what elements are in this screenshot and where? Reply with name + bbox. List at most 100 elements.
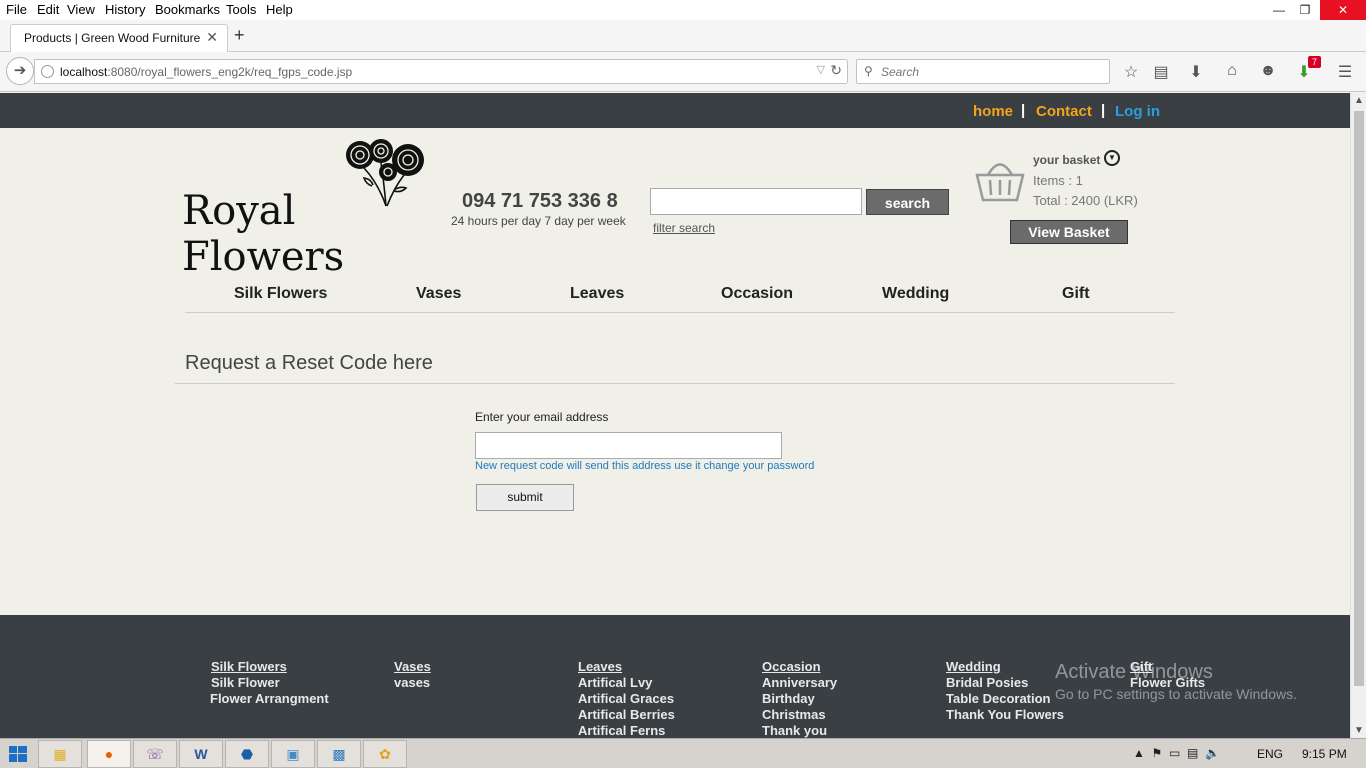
reload-icon[interactable]: ↻ — [830, 62, 842, 79]
footer-link[interactable]: Artifical Lvy — [578, 675, 675, 691]
site-search-button[interactable]: search — [866, 189, 949, 215]
footer-head-vases[interactable]: Vases — [394, 659, 431, 675]
language-indicator[interactable]: ENG — [1257, 747, 1283, 761]
nav-occasion[interactable]: Occasion — [721, 285, 793, 303]
url-text: localhost:8080/royal_flowers_eng2k/req_f… — [60, 65, 352, 79]
browser-search-bar[interactable]: ⚲ Search — [856, 59, 1110, 84]
footer-link[interactable]: Anniversary — [762, 675, 837, 691]
windows-taskbar: ▦ ● ☏ W ⬣ ▣ ▩ ✿ ▲ ⚑ ▭ ▤ 🔈 ENG 9:15 PM — [0, 738, 1366, 768]
virtualbox-icon[interactable]: ⬣ — [225, 740, 269, 768]
site-footer: Silk Flowers Silk Flower Flower Arrangme… — [0, 615, 1350, 738]
site-logo[interactable]: Royal Flowers — [180, 138, 440, 280]
basket-dropdown-icon[interactable]: ▼ — [1104, 150, 1120, 166]
nav-wedding[interactable]: Wedding — [882, 285, 949, 303]
menu-bookmarks[interactable]: Bookmarks — [155, 2, 220, 17]
new-tab-icon[interactable]: + — [234, 25, 245, 46]
remote-desktop-icon[interactable]: ▩ — [317, 740, 361, 768]
paint-icon[interactable]: ✿ — [363, 740, 407, 768]
basket-icon[interactable] — [975, 158, 1025, 202]
email-field[interactable] — [475, 432, 782, 459]
scroll-up-icon[interactable]: ▲ — [1354, 95, 1364, 106]
download-icon[interactable]: ⬇ — [1185, 62, 1207, 82]
url-path: :8080/royal_flowers_eng2k/req_fgps_code.… — [107, 65, 353, 79]
footer-link[interactable]: Bridal Posies — [946, 675, 1064, 691]
footer-col-occasion: Occasion Anniversary Birthday Christmas … — [762, 659, 837, 738]
search-icon: ⚲ — [864, 64, 873, 78]
firefox-icon[interactable]: ● — [87, 740, 131, 768]
login-link[interactable]: Log in — [1115, 103, 1160, 120]
tab-strip: Products | Green Wood Furniture ✕ — [0, 20, 1366, 52]
phone-number: 094 71 753 336 8 — [462, 190, 618, 212]
menu-history[interactable]: History — [105, 2, 145, 17]
site-top-bar: home | Contact | Log in — [0, 93, 1350, 128]
nav-gift[interactable]: Gift — [1062, 285, 1090, 303]
footer-col-wedding: Wedding Bridal Posies Table Decoration T… — [946, 659, 1064, 723]
footer-link[interactable]: Christmas — [762, 707, 837, 723]
back-arrow-icon: ➔ — [13, 62, 27, 79]
nav-silk-flowers[interactable]: Silk Flowers — [234, 285, 327, 303]
scroll-down-icon[interactable]: ▼ — [1354, 725, 1364, 736]
footer-link[interactable]: Artifical Ferns — [578, 723, 675, 738]
menu-file[interactable]: File — [6, 2, 27, 17]
footer-link[interactable]: Birthday — [762, 691, 837, 707]
home-icon[interactable]: ⌂ — [1221, 62, 1243, 82]
footer-link[interactable]: Flower Arrangment — [210, 691, 329, 707]
url-dropdown-icon[interactable]: ▽ — [817, 63, 825, 76]
footer-link[interactable]: Table Decoration — [946, 691, 1064, 707]
footer-link[interactable]: Thank you — [762, 723, 837, 738]
view-basket-button[interactable]: View Basket — [1010, 220, 1128, 244]
email-hint: New request code will send this address … — [475, 460, 815, 472]
watermark-subtitle: Go to PC settings to activate Windows. — [1055, 686, 1297, 702]
system-tray[interactable]: ▲ ⚑ ▭ ▤ 🔈 — [1133, 746, 1220, 760]
footer-head-silk-flowers[interactable]: Silk Flowers — [211, 659, 329, 675]
globe-icon — [41, 65, 54, 78]
nav-vases[interactable]: Vases — [416, 285, 461, 303]
menu-edit[interactable]: Edit — [37, 2, 59, 17]
footer-link[interactable]: Silk Flower — [211, 675, 329, 691]
basket-total: Total : 2400 (LKR) — [1033, 193, 1138, 208]
viber-icon[interactable]: ☏ — [133, 740, 177, 768]
file-explorer-icon[interactable]: ▦ — [38, 740, 82, 768]
contact-link[interactable]: Contact — [1036, 103, 1092, 120]
notification-badge: 7 — [1308, 56, 1321, 68]
basket-items: Items : 1 — [1033, 173, 1083, 188]
submit-button[interactable]: submit — [476, 484, 574, 511]
clock[interactable]: 9:15 PM — [1302, 747, 1347, 761]
menu-tools[interactable]: Tools — [226, 2, 256, 17]
photo-viewer-icon[interactable]: ▣ — [271, 740, 315, 768]
menu-help[interactable]: Help — [266, 2, 293, 17]
chat-icon[interactable]: ☻ — [1257, 62, 1279, 82]
footer-link[interactable]: Thank You Flowers — [946, 707, 1064, 723]
back-button[interactable]: ➔ — [6, 57, 34, 85]
home-link[interactable]: home — [973, 103, 1013, 120]
reading-list-icon[interactable]: ▤ — [1150, 62, 1172, 82]
windows-start-icon[interactable] — [9, 746, 27, 762]
footer-head-wedding[interactable]: Wedding — [946, 659, 1064, 675]
tab-close-icon[interactable]: ✕ — [206, 29, 218, 46]
browser-tab[interactable]: Products | Green Wood Furniture ✕ — [10, 24, 228, 52]
footer-col-vases: Vases vases — [394, 659, 431, 691]
opening-hours: 24 hours per day 7 day per week — [451, 214, 626, 228]
divider — [175, 383, 1175, 384]
footer-link[interactable]: Artifical Graces — [578, 691, 675, 707]
filter-search-link[interactable]: filter search — [653, 221, 715, 235]
bookmark-star-icon[interactable]: ☆ — [1120, 62, 1142, 82]
site-search-input[interactable] — [650, 188, 862, 215]
scroll-thumb[interactable] — [1354, 111, 1364, 686]
url-bar[interactable]: localhost:8080/royal_flowers_eng2k/req_f… — [34, 59, 848, 84]
menu-view[interactable]: View — [67, 2, 95, 17]
footer-link[interactable]: Artifical Berries — [578, 707, 675, 723]
separator: | — [1021, 102, 1026, 119]
footer-head-leaves[interactable]: Leaves — [578, 659, 675, 675]
word-icon[interactable]: W — [179, 740, 223, 768]
nav-leaves[interactable]: Leaves — [570, 285, 624, 303]
close-window-icon[interactable]: ✕ — [1320, 0, 1366, 20]
navigation-toolbar: localhost:8080/royal_flowers_eng2k/req_f… — [0, 52, 1366, 92]
footer-head-occasion[interactable]: Occasion — [762, 659, 837, 675]
search-placeholder: Search — [881, 65, 920, 79]
restore-icon[interactable]: ❐ — [1288, 0, 1322, 20]
footer-link[interactable]: vases — [394, 675, 431, 691]
vertical-scrollbar[interactable]: ▲ ▼ — [1350, 93, 1366, 738]
hamburger-menu-icon[interactable]: ☰ — [1334, 62, 1356, 82]
activate-windows-watermark: Activate Windows Go to PC settings to ac… — [1055, 661, 1297, 702]
